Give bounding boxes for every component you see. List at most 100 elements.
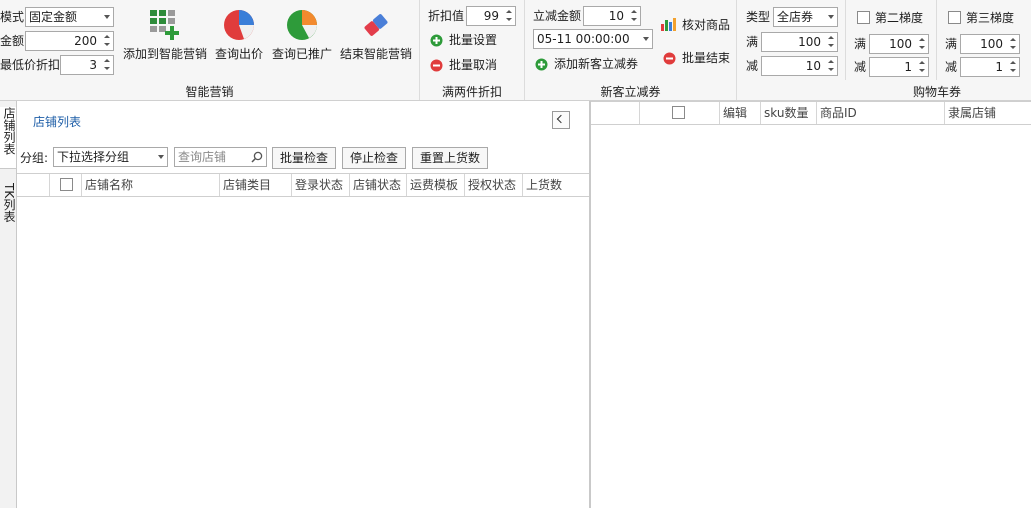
discount-value-label: 折扣值 — [428, 9, 465, 23]
datetime-select[interactable]: 05-11 00:00:00 — [533, 29, 653, 49]
tab-shop-list[interactable]: 店铺列表 — [0, 107, 16, 169]
shop-search-placeholder: 查询店铺 — [178, 150, 227, 164]
mode-select[interactable]: 固定金额 — [25, 7, 114, 27]
instant-amount-label: 立减金额 — [533, 9, 582, 23]
group-two-piece-discount: 折扣值 99 批量设置 批量取消 满两件折扣 — [420, 0, 525, 100]
stop-check-button[interactable]: 停止检查 — [342, 147, 406, 169]
spin-arrows-icon[interactable] — [103, 34, 111, 48]
tier3-minus-label: 减 — [945, 60, 958, 74]
group-select-value: 下拉选择分组 — [57, 150, 130, 164]
tier2-full-stepper[interactable]: 100 — [869, 34, 929, 54]
amount-stepper[interactable]: 200 — [25, 31, 114, 51]
select-all-checkbox[interactable] — [60, 178, 73, 191]
type-label: 类型 — [746, 10, 771, 24]
group-select[interactable]: 下拉选择分组 — [53, 147, 168, 167]
spin-arrows-icon[interactable] — [918, 37, 926, 51]
group-caption-new-customer: 新客立减券 — [600, 85, 661, 99]
group-caption-smart: 智能营销 — [185, 85, 234, 99]
coupon-type-select[interactable]: 全店券 — [773, 7, 838, 27]
eraser-icon — [364, 14, 388, 36]
query-price-button[interactable]: 查询出价 — [212, 6, 266, 64]
tier3-checkbox[interactable] — [948, 11, 961, 24]
amount-stepper-value: 200 — [74, 34, 97, 48]
column-goods-id[interactable]: 商品ID — [817, 102, 945, 124]
group-divider — [936, 0, 937, 80]
minus-label: 减 — [746, 59, 759, 73]
spin-arrows-icon[interactable] — [1009, 37, 1017, 51]
batch-cancel-button[interactable]: 批量取消 — [430, 56, 520, 74]
column-login-status[interactable]: 登录状态 — [292, 174, 350, 196]
query-promoted-button[interactable]: 查询已推广 — [268, 6, 336, 64]
instant-amount-stepper-value: 10 — [608, 9, 624, 23]
select-all-column[interactable] — [640, 102, 720, 124]
column-shop-category[interactable]: 店铺类目 — [220, 174, 292, 196]
batch-set-button[interactable]: 批量设置 — [430, 31, 520, 49]
full-amount-stepper[interactable]: 100 — [761, 32, 838, 52]
group-label: 分组: — [20, 151, 49, 165]
spin-arrows-icon[interactable] — [1009, 60, 1017, 74]
row-indicator-column — [17, 174, 50, 196]
tier3-minus-stepper[interactable]: 1 — [960, 57, 1020, 77]
end-smart-marketing-label: 结束智能营销 — [339, 47, 412, 61]
spin-arrows-icon[interactable] — [505, 9, 513, 23]
column-edit[interactable]: 编辑 — [720, 102, 761, 124]
side-tab-strip: 店铺列表 TK列表 — [0, 101, 17, 508]
select-all-column[interactable] — [50, 174, 82, 196]
tier3-full-stepper[interactable]: 100 — [960, 34, 1020, 54]
shop-search-input[interactable]: 查询店铺 — [174, 147, 267, 167]
batch-end-button[interactable]: 批量结束 — [663, 49, 735, 67]
minus-circle-icon — [430, 59, 443, 72]
tier3-full-value: 100 — [980, 37, 1003, 51]
tier2-checkbox[interactable] — [857, 11, 870, 24]
spin-arrows-icon[interactable] — [827, 59, 835, 73]
min-discount-stepper[interactable]: 3 — [60, 55, 114, 75]
column-upload-count[interactable]: 上货数 — [523, 174, 583, 196]
minus-circle-icon — [663, 52, 676, 65]
column-sku-count[interactable]: sku数量 — [761, 102, 817, 124]
check-goods-button[interactable]: 核对商品 — [660, 16, 735, 34]
batch-check-button[interactable]: 批量检查 — [272, 147, 336, 169]
tier2-minus-label: 减 — [854, 60, 867, 74]
chevron-down-icon — [828, 15, 834, 19]
min-discount-stepper-value: 3 — [89, 58, 97, 72]
plus-circle-icon — [535, 58, 548, 71]
pie-chart-icon — [287, 10, 317, 40]
pie-chart-icon — [224, 10, 254, 40]
minus-amount-stepper[interactable]: 10 — [761, 56, 838, 76]
query-price-label: 查询出价 — [214, 47, 263, 61]
minus-amount-value: 10 — [805, 59, 821, 73]
instant-amount-stepper[interactable]: 10 — [583, 6, 641, 26]
column-auth-status[interactable]: 授权状态 — [465, 174, 523, 196]
check-goods-label: 核对商品 — [682, 18, 731, 32]
add-smart-marketing-button[interactable]: 添加到智能营销 — [120, 6, 210, 64]
column-freight-template[interactable]: 运费模板 — [407, 174, 465, 196]
reset-upload-count-button[interactable]: 重置上货数 — [412, 147, 488, 169]
grid-add-icon — [150, 10, 179, 40]
shop-list-panel: 店铺列表 分组: 下拉选择分组 查询店铺 批量检查 停止检查 重置上货数 店铺名… — [17, 101, 589, 508]
tier2-full-value: 100 — [889, 37, 912, 51]
spin-arrows-icon[interactable] — [630, 9, 638, 23]
tier3-minus-value: 1 — [995, 60, 1003, 74]
tier2-full-label: 满 — [854, 37, 867, 51]
tier2-label: 第二梯度 — [875, 11, 924, 25]
spin-arrows-icon[interactable] — [103, 58, 111, 72]
discount-value-stepper-value: 99 — [483, 9, 499, 23]
chevron-down-icon — [158, 155, 164, 159]
tab-tk-list[interactable]: TK列表 — [0, 183, 16, 231]
goods-grid-panel: 编辑 sku数量 商品ID 隶属店铺 — [591, 101, 1031, 508]
tier2-minus-stepper[interactable]: 1 — [869, 57, 929, 77]
discount-value-stepper[interactable]: 99 — [466, 6, 516, 26]
search-icon — [251, 151, 263, 163]
collapse-panel-button[interactable] — [552, 111, 570, 129]
select-all-checkbox[interactable] — [672, 106, 685, 119]
spin-arrows-icon[interactable] — [918, 60, 926, 74]
end-smart-marketing-button[interactable]: 结束智能营销 — [337, 6, 415, 64]
bar-chart-icon — [661, 18, 676, 31]
group-divider — [845, 0, 846, 80]
column-shop-status[interactable]: 店铺状态 — [350, 174, 407, 196]
column-shop-name[interactable]: 店铺名称 — [82, 174, 220, 196]
spin-arrows-icon[interactable] — [827, 35, 835, 49]
add-new-customer-coupon-button[interactable]: 添加新客立减券 — [535, 55, 655, 73]
column-owner-shop[interactable]: 隶属店铺 — [945, 102, 1031, 124]
tier3-full-label: 满 — [945, 37, 958, 51]
